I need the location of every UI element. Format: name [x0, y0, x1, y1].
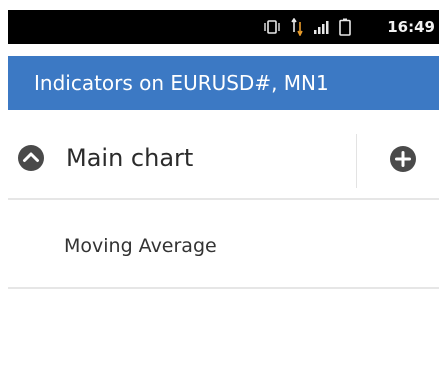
page-title: Indicators on EURUSD#, MN1 — [34, 71, 329, 95]
battery-icon — [339, 18, 351, 36]
status-time: 16:49 — [387, 18, 435, 36]
divider — [8, 287, 439, 289]
signal-icon — [314, 21, 329, 34]
status-bar: 16:49 — [8, 10, 439, 44]
chevron-up-circle-icon[interactable] — [17, 144, 45, 172]
section-title: Main chart — [66, 144, 194, 172]
data-transfer-icon — [291, 18, 303, 36]
section-header-main-chart[interactable]: Main chart — [8, 124, 439, 192]
indicator-label: Moving Average — [64, 235, 217, 257]
indicator-item-moving-average[interactable]: Moving Average — [8, 212, 439, 280]
vibrate-icon — [264, 20, 280, 34]
add-indicator-button[interactable] — [374, 132, 432, 186]
action-bar: Indicators on EURUSD#, MN1 — [8, 56, 439, 110]
plus-circle-icon — [390, 146, 416, 172]
status-icons — [263, 10, 351, 44]
vertical-divider — [356, 134, 357, 188]
divider — [8, 198, 439, 200]
